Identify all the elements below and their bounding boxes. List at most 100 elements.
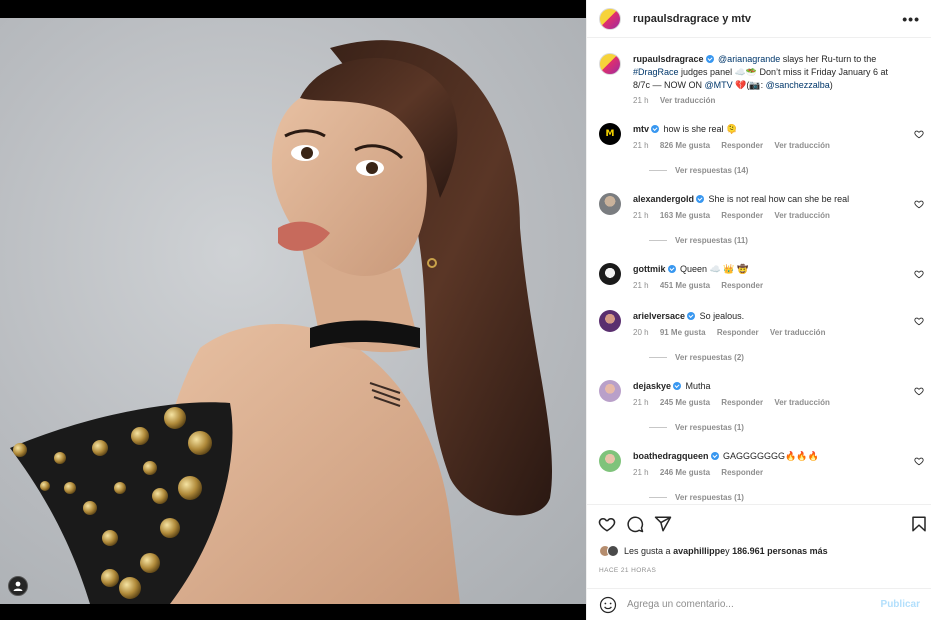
timestamp[interactable]: 21 h — [633, 281, 649, 290]
translate-link[interactable]: Ver traducción — [774, 211, 830, 220]
translate-link[interactable]: Ver traducción — [770, 328, 826, 337]
timestamp[interactable]: 21 h — [633, 398, 649, 407]
timestamp[interactable]: 21 h — [633, 211, 649, 220]
translate-link[interactable]: Ver traducción — [774, 398, 830, 407]
verified-badge-icon — [673, 382, 682, 390]
user-tag-icon — [13, 581, 23, 591]
username[interactable]: dejaskye — [633, 381, 671, 391]
likes-count[interactable]: 186.961 personas más — [732, 546, 828, 556]
like-count[interactable]: 163 Me gusta — [660, 211, 710, 220]
username[interactable]: mtv — [633, 124, 649, 134]
heart-icon[interactable] — [914, 456, 924, 466]
like-count[interactable]: 246 Me gusta — [660, 468, 710, 477]
translate-link[interactable]: Ver traducción — [774, 141, 830, 150]
emoji-icon[interactable] — [599, 596, 617, 614]
reply-button[interactable]: Responder — [717, 328, 759, 337]
caption-segment: 💔(📷: — [732, 80, 766, 90]
likes-summary[interactable]: Les gusta a avaphillippe y 186.961 perso… — [599, 545, 828, 557]
mention-link[interactable]: @arianagrande — [718, 54, 780, 64]
mention-link[interactable]: @MTV — [705, 80, 733, 90]
post-header: rupaulsdragrace y mtv ••• — [587, 0, 931, 38]
timestamp[interactable]: 21 h — [633, 96, 649, 105]
comment-text: dejaskye Mutha — [633, 380, 903, 393]
timestamp[interactable]: 20 h — [633, 328, 649, 337]
username[interactable]: alexandergold — [633, 194, 694, 204]
avatar[interactable] — [599, 310, 621, 332]
view-replies-button[interactable]: Ver respuestas (11) — [649, 236, 748, 245]
comment-text: gottmik Queen ☁️ 👑 🤠 — [633, 263, 903, 276]
caption-segment: ) — [829, 80, 833, 90]
comment-meta: 20 h 91 Me gusta Responder Ver traducció… — [633, 328, 834, 337]
heart-icon[interactable] — [914, 386, 924, 396]
caption-segment: slays her Ru-turn to the — [780, 54, 877, 64]
comment-item: alexandergold She is not real how can sh… — [599, 193, 924, 253]
avatar[interactable] — [599, 7, 621, 30]
caption-text: rupaulsdragrace @arianagrande slays her … — [633, 53, 903, 92]
verified-badge-icon — [667, 265, 676, 273]
avatar[interactable] — [599, 53, 621, 75]
heart-icon[interactable] — [914, 199, 924, 209]
comment-content: Mutha — [685, 381, 711, 391]
verified-badge-icon — [705, 55, 714, 63]
username[interactable]: boathedragqueen — [633, 451, 709, 461]
verified-badge-icon — [687, 312, 696, 320]
avatar[interactable]: M — [599, 123, 621, 145]
post-photo[interactable] — [0, 18, 586, 604]
verified-badge-icon — [651, 125, 660, 133]
comment-text: arielversace So jealous. — [633, 310, 903, 323]
share-icon[interactable] — [654, 515, 672, 533]
comment-icon[interactable] — [626, 515, 644, 533]
comment-input[interactable] — [627, 599, 877, 610]
bookmark-icon[interactable] — [910, 515, 928, 533]
comment-text: boathedragqueen GAGGGGGGG🔥🔥🔥 — [633, 450, 903, 463]
reply-button[interactable]: Responder — [721, 281, 763, 290]
username[interactable]: arielversace — [633, 311, 685, 321]
view-replies-button[interactable]: Ver respuestas (1) — [649, 423, 744, 432]
translate-link[interactable]: Ver traducción — [660, 96, 716, 105]
avatar[interactable] — [599, 263, 621, 285]
comment-meta: 21 h 826 Me gusta Responder Ver traducci… — [633, 141, 839, 150]
heart-icon[interactable] — [598, 515, 616, 533]
post-timestamp[interactable]: HACE 21 HORAS — [599, 567, 656, 574]
heart-icon[interactable] — [914, 129, 924, 139]
verified-badge-icon — [710, 452, 719, 460]
comment-item: arielversace So jealous. 20 h 91 Me gust… — [599, 310, 924, 370]
username[interactable]: gottmik — [633, 264, 666, 274]
comment-content: So jealous. — [699, 311, 745, 321]
like-count[interactable]: 451 Me gusta — [660, 281, 710, 290]
avatar[interactable] — [599, 193, 621, 215]
mention-link[interactable]: @sanchezzalba — [766, 80, 830, 90]
comment-content: GAGGGGGGG🔥🔥🔥 — [723, 451, 819, 461]
caption: rupaulsdragrace @arianagrande slays her … — [599, 53, 924, 113]
heart-icon[interactable] — [914, 269, 924, 279]
like-count[interactable]: 245 Me gusta — [660, 398, 710, 407]
view-replies-button[interactable]: Ver respuestas (1) — [649, 493, 744, 502]
like-count[interactable]: 826 Me gusta — [660, 141, 710, 150]
reply-button[interactable]: Responder — [721, 211, 763, 220]
avatar[interactable] — [599, 450, 621, 472]
view-replies-button[interactable]: Ver respuestas (14) — [649, 166, 748, 175]
reply-button[interactable]: Responder — [721, 398, 763, 407]
reply-button[interactable]: Responder — [721, 141, 763, 150]
timestamp[interactable]: 21 h — [633, 468, 649, 477]
hashtag-link[interactable]: #DragRace — [633, 67, 679, 77]
post-media — [0, 0, 586, 620]
comments-list[interactable]: rupaulsdragrace @arianagrande slays her … — [587, 39, 931, 504]
username[interactable]: rupaulsdragrace — [633, 54, 704, 64]
likes-connector: y — [725, 546, 730, 556]
timestamp[interactable]: 21 h — [633, 141, 649, 150]
comment-item: dejaskye Mutha 21 h 245 Me gusta Respond… — [599, 380, 924, 440]
comment-content: Queen ☁️ 👑 🤠 — [680, 264, 749, 274]
heart-icon[interactable] — [914, 316, 924, 326]
reply-button[interactable]: Responder — [721, 468, 763, 477]
post-author-line[interactable]: rupaulsdragrace y mtv — [633, 13, 751, 25]
comment-text: mtv how is she real 🫠 — [633, 123, 903, 136]
post-comment-button[interactable]: Publicar — [881, 599, 920, 610]
add-comment-bar: Publicar — [587, 588, 931, 620]
avatar[interactable] — [599, 380, 621, 402]
like-count[interactable]: 91 Me gusta — [660, 328, 706, 337]
view-replies-button[interactable]: Ver respuestas (2) — [649, 353, 744, 362]
user-tag-button[interactable] — [8, 576, 28, 596]
more-icon[interactable]: ••• — [902, 11, 920, 27]
liker-username[interactable]: avaphillippe — [673, 546, 725, 556]
